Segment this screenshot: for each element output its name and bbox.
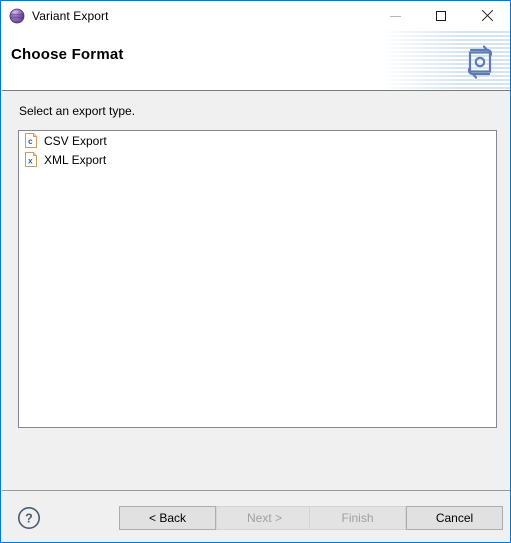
- prompt-label: Select an export type.: [19, 104, 136, 118]
- help-button[interactable]: ?: [17, 506, 41, 530]
- window-title: Variant Export: [32, 9, 109, 23]
- xml-file-icon: x: [24, 152, 38, 167]
- list-item-label: XML Export: [44, 152, 107, 167]
- minimize-button[interactable]: [372, 1, 418, 31]
- svg-text:c: c: [28, 137, 33, 146]
- export-refresh-icon: [459, 41, 501, 83]
- variant-export-dialog: Variant Export Choose Format Select an e…: [0, 0, 511, 543]
- next-button[interactable]: Next >: [216, 506, 313, 530]
- maximize-icon: [436, 11, 446, 21]
- finish-button[interactable]: Finish: [309, 506, 406, 530]
- cancel-button[interactable]: Cancel: [406, 506, 503, 530]
- maximize-button[interactable]: [418, 1, 464, 31]
- csv-file-icon: c: [24, 133, 38, 148]
- minimize-icon: [389, 15, 401, 17]
- list-item-label: CSV Export: [44, 133, 107, 148]
- svg-text:?: ?: [25, 512, 33, 526]
- list-item[interactable]: c CSV Export: [19, 131, 496, 150]
- svg-text:x: x: [28, 156, 33, 165]
- export-type-list[interactable]: c CSV Export x XML Export: [18, 130, 497, 428]
- help-circle-icon: ?: [18, 507, 40, 529]
- page-title: Choose Format: [11, 46, 124, 63]
- close-button[interactable]: [464, 1, 510, 31]
- window-controls: [372, 1, 510, 31]
- dialog-body: Select an export type. c CSV Export x XM…: [2, 92, 510, 490]
- purple-sphere-icon: [9, 8, 25, 24]
- list-item[interactable]: x XML Export: [19, 150, 496, 169]
- title-bar: Variant Export: [1, 1, 510, 31]
- close-icon: [481, 10, 493, 22]
- wizard-header: Choose Format: [2, 31, 510, 91]
- back-button[interactable]: < Back: [119, 506, 216, 530]
